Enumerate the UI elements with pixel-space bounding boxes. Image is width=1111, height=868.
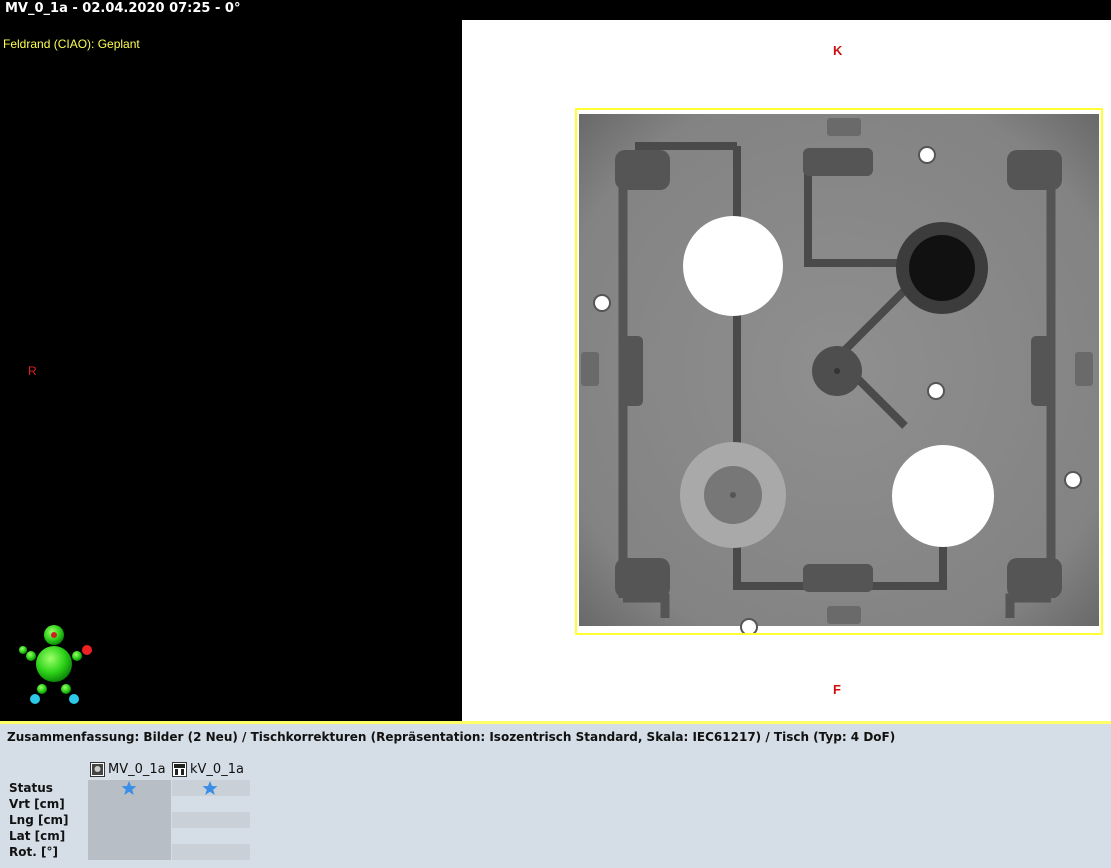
column-header-mv[interactable]: MV_0_1a: [108, 762, 166, 778]
table-cell[interactable]: [172, 812, 250, 828]
table-cell[interactable]: [88, 828, 171, 844]
table-cell[interactable]: [88, 812, 171, 828]
orientation-bottom-label: F: [833, 682, 841, 697]
table-cell[interactable]: [88, 796, 171, 812]
table-row: Lng [cm]: [7, 812, 250, 828]
table-row: Rot. [°]: [7, 844, 250, 860]
table-cell[interactable]: [88, 844, 171, 860]
summary-panel: Zusammenfassung: Bilder (2 Neu) / Tischk…: [0, 724, 1111, 868]
row-label-lng: Lng [cm]: [9, 813, 69, 827]
table-row: Status: [7, 780, 250, 796]
table-row: Vrt [cm]: [7, 796, 250, 812]
patient-orientation-icon: [19, 625, 92, 704]
row-label-status: Status: [9, 781, 53, 795]
xray-image: [575, 108, 1103, 635]
column-header-kv[interactable]: kV_0_1a: [190, 762, 244, 778]
field-edge-label: Feldrand (CIAO): Geplant: [3, 37, 140, 51]
table-header-row: MV_0_1a kV_0_1a: [7, 762, 250, 778]
star-icon: [202, 781, 218, 795]
left-image-view[interactable]: Feldrand (CIAO): Geplant R: [0, 20, 462, 721]
kv-image-icon: [172, 762, 187, 777]
orientation-right-label: R: [28, 364, 37, 378]
mv-image-icon: [90, 762, 105, 777]
table-cell[interactable]: [88, 780, 171, 796]
right-image-view[interactable]: K F: [462, 20, 1111, 721]
table-row: Lat [cm]: [7, 828, 250, 844]
table-cell[interactable]: [172, 844, 250, 860]
row-label-rot: Rot. [°]: [9, 845, 58, 859]
row-label-vrt: Vrt [cm]: [9, 797, 65, 811]
row-label-lat: Lat [cm]: [9, 829, 66, 843]
star-icon: [121, 781, 137, 795]
orientation-top-label: K: [833, 43, 843, 58]
summary-text: Zusammenfassung: Bilder (2 Neu) / Tischk…: [7, 730, 896, 744]
window-title: MV_0_1a - 02.04.2020 07:25 - 0°: [0, 0, 1111, 20]
table-cell[interactable]: [172, 796, 250, 812]
table-cell[interactable]: [172, 828, 250, 844]
table-cell[interactable]: [172, 780, 250, 796]
